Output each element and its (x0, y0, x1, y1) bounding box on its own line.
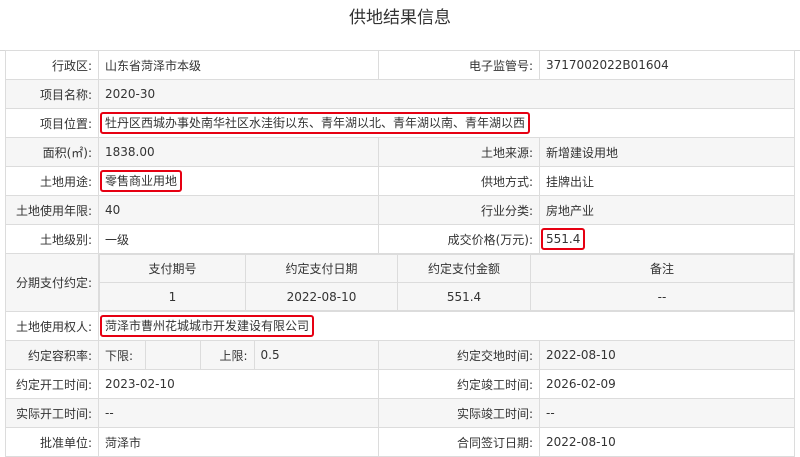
plot-ratio-upper-value: 0.5 (253, 341, 378, 369)
installments-header-row: 支付期号 约定支付日期 约定支付金额 备注 (99, 254, 795, 283)
land-use-label: 土地用途: (5, 166, 99, 196)
land-grade-value: 一级 (98, 224, 379, 254)
installments-label: 分期支付约定: (5, 253, 99, 312)
land-user-cell: 菏泽市曹州花城城市开发建设有限公司 (97, 311, 796, 341)
table-row: 项目名称: 2020-30 (5, 79, 796, 109)
table-row: 行政区: 山东省菏泽市本级 电子监管号: 3717002022B01604 (5, 50, 796, 80)
installments-header: 约定支付日期 (245, 254, 398, 283)
project-location-label: 项目位置: (5, 108, 99, 138)
table-row: 约定开工时间: 2023-02-10 约定竣工时间: 2026-02-09 (5, 369, 796, 399)
installments-header: 备注 (529, 254, 795, 283)
land-grade-label: 土地级别: (5, 224, 99, 254)
use-years-label: 土地使用年限: (5, 195, 99, 225)
agreed-complete-label: 约定竣工时间: (377, 369, 541, 399)
table-row: 实际开工时间: -- 实际竣工时间: -- (5, 398, 796, 428)
table-row: 项目位置: 牡丹区西城办事处南华社区水洼街以东、青年湖以北、青年湖以南、青年湖以… (5, 108, 796, 138)
land-use-cell: 零售商业用地 (98, 166, 379, 196)
district-value: 山东省菏泽市本级 (98, 50, 379, 80)
actual-complete-label: 实际竣工时间: (377, 398, 541, 428)
agreed-complete-value: 2026-02-09 (539, 369, 796, 399)
price-cell: 551.4 (539, 224, 796, 254)
land-use-value: 零售商业用地 (100, 170, 183, 192)
page-title: 供地结果信息 (0, 0, 800, 51)
land-supply-result-table: 行政区: 山东省菏泽市本级 电子监管号: 3717002022B01604 项目… (5, 50, 796, 457)
price-value: 551.4 (541, 228, 586, 250)
industry-label: 行业分类: (377, 195, 541, 225)
area-value: 1838.00 (98, 137, 379, 167)
land-user-label: 土地使用权人: (5, 311, 99, 341)
installments-row: 1 2022-08-10 551.4 -- (99, 282, 795, 311)
approval-unit-value: 菏泽市 (98, 427, 379, 457)
plot-ratio-label: 约定容积率: (5, 340, 99, 370)
district-label: 行政区: (5, 50, 99, 80)
use-years-value: 40 (98, 195, 379, 225)
project-name-label: 项目名称: (5, 79, 99, 109)
actual-start-label: 实际开工时间: (5, 398, 99, 428)
supply-method-label: 供地方式: (377, 166, 541, 196)
installment-date: 2022-08-10 (245, 282, 398, 311)
industry-value: 房地产业 (539, 195, 796, 225)
agreed-delivery-label: 约定交地时间: (377, 340, 541, 370)
agreed-start-value: 2023-02-10 (98, 369, 379, 399)
contract-date-label: 合同签订日期: (377, 427, 541, 457)
installment-note: -- (529, 282, 795, 311)
e-supervision-label: 电子监管号: (377, 50, 541, 80)
area-label: 面积(㎡): (5, 137, 99, 167)
plot-ratio-lower-label: 下限: (99, 341, 145, 369)
table-row: 土地使用年限: 40 行业分类: 房地产业 (5, 195, 796, 225)
project-name-value: 2020-30 (97, 79, 796, 109)
land-source-value: 新增建设用地 (539, 137, 796, 167)
installments-header: 支付期号 (99, 254, 246, 283)
agreed-delivery-value: 2022-08-10 (539, 340, 796, 370)
actual-complete-value: -- (539, 398, 796, 428)
project-location-value: 牡丹区西城办事处南华社区水洼街以东、青年湖以北、青年湖以南、青年湖以西 (100, 112, 531, 134)
agreed-start-label: 约定开工时间: (5, 369, 99, 399)
installments-table: 支付期号 约定支付日期 约定支付金额 备注 1 2022-08-10 551.4… (99, 254, 795, 311)
installments-header: 约定支付金额 (397, 254, 531, 283)
table-row: 分期支付约定: 支付期号 约定支付日期 约定支付金额 备注 1 2022-08-… (5, 253, 796, 312)
table-row: 土地用途: 零售商业用地 供地方式: 挂牌出让 (5, 166, 796, 196)
actual-start-value: -- (98, 398, 379, 428)
e-supervision-value: 3717002022B01604 (539, 50, 796, 80)
installment-amount: 551.4 (397, 282, 531, 311)
plot-ratio-lower-value (144, 341, 200, 369)
table-row: 面积(㎡): 1838.00 土地来源: 新增建设用地 (5, 137, 796, 167)
table-row: 约定容积率: 下限: 上限: 0.5 约定交地时间: 2022-08-10 (5, 340, 796, 370)
table-row: 土地使用权人: 菏泽市曹州花城城市开发建设有限公司 (5, 311, 796, 341)
approval-unit-label: 批准单位: (5, 427, 99, 457)
installment-period: 1 (99, 282, 246, 311)
price-label: 成交价格(万元): (377, 224, 541, 254)
plot-ratio-cell: 下限: 上限: 0.5 (98, 340, 379, 370)
contract-date-value: 2022-08-10 (539, 427, 796, 457)
land-source-label: 土地来源: (377, 137, 541, 167)
plot-ratio-subtable: 下限: 上限: 0.5 (99, 341, 378, 369)
project-location-cell: 牡丹区西城办事处南华社区水洼街以东、青年湖以北、青年湖以南、青年湖以西 (97, 108, 796, 138)
plot-ratio-upper-label: 上限: (199, 341, 254, 369)
supply-method-value: 挂牌出让 (539, 166, 796, 196)
land-user-value: 菏泽市曹州花城城市开发建设有限公司 (100, 315, 315, 337)
table-row: 批准单位: 菏泽市 合同签订日期: 2022-08-10 (5, 427, 796, 457)
table-row: 土地级别: 一级 成交价格(万元): 551.4 (5, 224, 796, 254)
installments-cell: 支付期号 约定支付日期 约定支付金额 备注 1 2022-08-10 551.4… (97, 253, 796, 312)
info-table-container: 行政区: 山东省菏泽市本级 电子监管号: 3717002022B01604 项目… (5, 50, 796, 457)
